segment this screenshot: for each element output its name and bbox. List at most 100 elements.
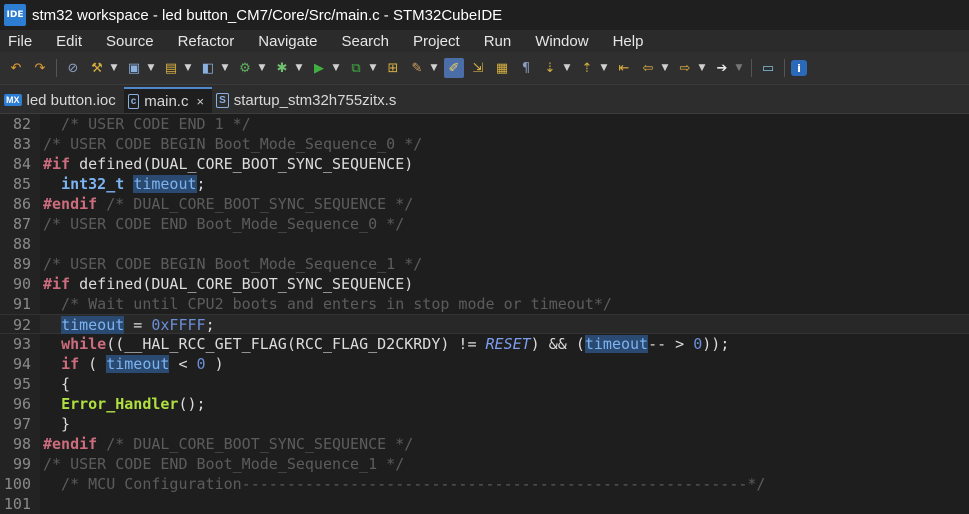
code-line[interactable]: 82 /* USER CODE END 1 */ [0, 114, 969, 134]
build-icon[interactable]: ⚒ [87, 58, 107, 78]
next-annotation-dropdown-icon[interactable]: ▼ [562, 58, 572, 78]
run-icon[interactable]: ▶ [309, 58, 329, 78]
code-text[interactable]: #endif /* DUAL_CORE_BOOT_SYNC_SEQUENCE *… [40, 434, 413, 454]
code-line[interactable]: 94 if ( timeout < 0 ) [0, 354, 969, 374]
code-line[interactable]: 95 { [0, 374, 969, 394]
code-text[interactable]: timeout = 0xFFFF; [40, 315, 215, 334]
external-tools-icon[interactable]: ⧉ [346, 58, 366, 78]
menu-help[interactable]: Help [601, 33, 656, 50]
menu-refactor[interactable]: Refactor [166, 33, 247, 50]
block-selection-icon[interactable]: ▦ [492, 58, 512, 78]
build-all-dropdown-icon[interactable]: ▼ [257, 58, 267, 78]
pin-dropdown-icon[interactable]: ▼ [734, 58, 744, 78]
previous-annotation-dropdown-icon[interactable]: ▼ [599, 58, 609, 78]
code-text[interactable] [40, 234, 43, 254]
info-icon[interactable]: i [791, 60, 807, 76]
perspective-icon[interactable]: ▭ [758, 58, 778, 78]
code-line[interactable]: 86 #endif /* DUAL_CORE_BOOT_SYNC_SEQUENCE… [0, 194, 969, 214]
back-dropdown-icon[interactable]: ▼ [660, 58, 670, 78]
code-line[interactable]: 87/* USER CODE END Boot_Mode_Sequence_0 … [0, 214, 969, 234]
menu-run[interactable]: Run [472, 33, 524, 50]
code-line[interactable]: 96 Error_Handler(); [0, 394, 969, 414]
menu-source[interactable]: Source [94, 33, 166, 50]
new-source-folder-icon[interactable]: ▤ [161, 58, 181, 78]
code-line[interactable]: 100 /* MCU Configuration----------------… [0, 474, 969, 494]
pin-editor-icon[interactable]: ➔ [712, 58, 732, 78]
code-line[interactable]: 89/* USER CODE BEGIN Boot_Mode_Sequence_… [0, 254, 969, 274]
code-line[interactable]: 99/* USER CODE END Boot_Mode_Sequence_1 … [0, 454, 969, 474]
code-text[interactable]: /* USER CODE END Boot_Mode_Sequence_1 */ [40, 454, 404, 474]
forward-icon[interactable]: ⇨ [675, 58, 695, 78]
debug-dropdown-icon[interactable]: ▼ [294, 58, 304, 78]
code-text[interactable]: /* USER CODE BEGIN Boot_Mode_Sequence_1 … [40, 254, 422, 274]
skip-breakpoints-icon[interactable]: ⊘ [63, 58, 83, 78]
new-c-project-icon[interactable]: ▣ [124, 58, 144, 78]
code-text[interactable]: /* USER CODE BEGIN Boot_Mode_Sequence_0 … [40, 134, 422, 154]
code-text[interactable]: /* Wait until CPU2 boots and enters in s… [40, 294, 612, 314]
new-class-icon[interactable]: ◧ [198, 58, 218, 78]
run-dropdown-icon[interactable]: ▼ [331, 58, 341, 78]
show-whitespace-icon[interactable]: ¶ [516, 58, 536, 78]
next-annotation-icon[interactable]: ⇣ [540, 58, 560, 78]
menu-navigate[interactable]: Navigate [246, 33, 329, 50]
code-line[interactable]: 88 [0, 234, 969, 254]
line-number: 90 [0, 274, 40, 294]
code-text[interactable]: { [40, 374, 70, 394]
build-dropdown-icon[interactable]: ▼ [109, 58, 119, 78]
last-edit-location-icon[interactable]: ⇤ [614, 58, 634, 78]
code-line[interactable]: 97 } [0, 414, 969, 434]
code-line[interactable]: 85 int32_t timeout; [0, 174, 969, 194]
code-text[interactable]: /* USER CODE END 1 */ [40, 114, 251, 134]
tab-main-c[interactable]: c main.c × [123, 87, 213, 113]
redo-icon[interactable]: ↷ [30, 58, 50, 78]
toggle-mark-occurrences-icon[interactable]: ✐ [444, 58, 464, 78]
code-line[interactable]: 93 while((__HAL_RCC_GET_FLAG(RCC_FLAG_D2… [0, 334, 969, 354]
code-line[interactable]: 91 /* Wait until CPU2 boots and enters i… [0, 294, 969, 314]
open-type-icon[interactable]: ⊞ [383, 58, 403, 78]
code-line[interactable]: 84 #if defined(DUAL_CORE_BOOT_SYNC_SEQUEN… [0, 154, 969, 174]
menu-file[interactable]: File [0, 33, 44, 50]
menu-window[interactable]: Window [523, 33, 600, 50]
code-line[interactable]: 90 #if defined(DUAL_CORE_BOOT_SYNC_SEQUEN… [0, 274, 969, 294]
code-text[interactable] [40, 494, 43, 514]
undo-icon[interactable]: ↶ [6, 58, 26, 78]
code-line[interactable]: 98 #endif /* DUAL_CORE_BOOT_SYNC_SEQUENCE… [0, 434, 969, 454]
code-text[interactable]: if ( timeout < 0 ) [40, 354, 224, 374]
tab-led-button-ioc[interactable]: MX led button.ioc [0, 87, 124, 113]
toggle-word-wrap-icon[interactable]: ⇲ [468, 58, 488, 78]
code-line[interactable]: 92 timeout = 0xFFFF; [0, 314, 969, 334]
code-text[interactable]: #if defined(DUAL_CORE_BOOT_SYNC_SEQUENCE… [40, 154, 413, 174]
code-text[interactable]: while((__HAL_RCC_GET_FLAG(RCC_FLAG_D2CKR… [40, 334, 729, 354]
code-text[interactable]: /* USER CODE END Boot_Mode_Sequence_0 */ [40, 214, 404, 234]
code-text[interactable]: Error_Handler(); [40, 394, 206, 414]
code-text[interactable]: /* MCU Configuration--------------------… [40, 474, 765, 494]
new-dropdown-icon[interactable]: ▼ [146, 58, 156, 78]
code-line[interactable]: 83/* USER CODE BEGIN Boot_Mode_Sequence_… [0, 134, 969, 154]
menu-project[interactable]: Project [401, 33, 472, 50]
menu-bar: File Edit Source Refactor Navigate Searc… [0, 30, 969, 52]
search-dropdown-icon[interactable]: ▼ [429, 58, 439, 78]
forward-dropdown-icon[interactable]: ▼ [697, 58, 707, 78]
code-text[interactable]: #if defined(DUAL_CORE_BOOT_SYNC_SEQUENCE… [40, 274, 413, 294]
code-text[interactable]: } [40, 414, 70, 434]
class-dropdown-icon[interactable]: ▼ [220, 58, 230, 78]
menu-search[interactable]: Search [329, 33, 401, 50]
previous-annotation-icon[interactable]: ⇡ [577, 58, 597, 78]
search-icon[interactable]: ✎ [407, 58, 427, 78]
code-text[interactable]: int32_t timeout; [40, 174, 206, 194]
code-line[interactable]: 101 [0, 494, 969, 514]
build-all-icon[interactable]: ⚙ [235, 58, 255, 78]
tab-label: led button.ioc [26, 91, 116, 109]
code-text[interactable]: #endif /* DUAL_CORE_BOOT_SYNC_SEQUENCE *… [40, 194, 413, 214]
tab-startup-s[interactable]: S startup_stm32h755zitx.s [212, 87, 404, 113]
external-tools-dropdown-icon[interactable]: ▼ [368, 58, 378, 78]
close-icon[interactable]: × [196, 94, 204, 109]
code-token: #endif [43, 195, 98, 213]
toolbar-separator [56, 59, 57, 77]
folder-dropdown-icon[interactable]: ▼ [183, 58, 193, 78]
debug-icon[interactable]: ✱ [272, 58, 292, 78]
code-editor[interactable]: 82 /* USER CODE END 1 */83/* USER CODE B… [0, 114, 969, 514]
menu-edit[interactable]: Edit [44, 33, 94, 50]
code-token: < [169, 355, 197, 373]
back-icon[interactable]: ⇦ [638, 58, 658, 78]
